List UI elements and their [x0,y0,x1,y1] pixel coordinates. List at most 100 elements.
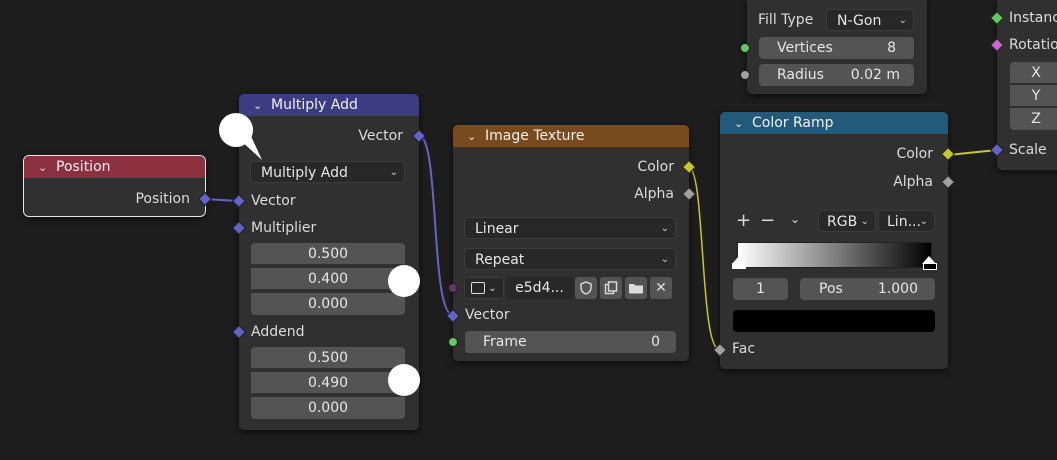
multiplier-z-value: 0.000 [307,296,349,312]
chevron-down-icon: ⌄ [919,216,928,227]
position-output-label: Position [135,191,190,207]
alpha-output-socket[interactable] [681,186,697,202]
vertices-label: Vertices [777,40,833,56]
rotation-z-field[interactable]: Z [1010,108,1057,130]
unlink-image-button[interactable]: ✕ [650,277,672,299]
operation-dropdown[interactable]: Multiply Add ⌄ [250,161,405,183]
instance-socket[interactable] [989,10,1005,26]
color-mode-value: RGB [827,214,858,230]
color-output-label: Color [637,159,674,175]
fill-type-dropdown[interactable]: N-Gon ⌄ [826,9,914,31]
chevron-down-icon[interactable]: ⌄ [467,130,481,143]
stop-color-swatch[interactable] [733,310,935,332]
image-name-field[interactable]: e5d4... [505,277,574,299]
color-ramp-header[interactable]: ⌄ Color Ramp [720,112,948,134]
color-output-label: Color [896,146,933,162]
addend-socket[interactable] [231,324,247,340]
fake-user-button[interactable] [575,277,597,299]
alpha-output-label: Alpha [634,186,674,202]
color-ramp-title: Color Ramp [752,115,834,131]
multiplier-socket[interactable] [231,220,247,236]
vector-input-label: Vector [465,307,510,323]
addend-y-value: 0.490 [307,375,349,391]
fake-user-shield-icon [580,281,592,295]
touch-indicator-tail [238,134,262,160]
instance-on-points-node[interactable]: Instanc Rotatio X Y Z Scale [989,0,1057,170]
chevron-down-icon[interactable]: ⌄ [790,212,800,226]
radius-socket[interactable] [740,70,750,80]
open-image-button[interactable] [625,277,647,299]
scale-socket[interactable] [989,142,1005,158]
vector-output-socket[interactable] [411,128,427,144]
frame-field[interactable]: Frame 0 [465,331,676,353]
multiply-add-title: Multiply Add [271,97,358,113]
rotation-x-field[interactable]: X [1010,62,1057,84]
duplicate-image-button[interactable] [600,277,622,299]
fac-input-socket[interactable] [712,342,728,358]
chevron-down-icon[interactable]: ⌄ [734,117,748,130]
alpha-output-label: Alpha [893,174,933,190]
multiply-add-header[interactable]: ⌄ Multiply Add [239,94,419,116]
chevron-down-icon[interactable]: ⌄ [253,99,267,112]
vector-input-socket[interactable] [231,193,247,209]
chevron-down-icon[interactable]: ⌄ [38,161,52,174]
radius-label: Radius [777,67,824,83]
pos-label: Pos [819,281,843,297]
alpha-output-socket[interactable] [940,174,956,190]
scale-label: Scale [1009,142,1047,158]
position-node-header[interactable]: ⌄ Position [24,156,205,178]
position-output-socket[interactable] [197,191,213,207]
pos-value: 1.000 [877,281,918,297]
duplicate-icon [604,281,618,295]
chevron-down-icon: ⌄ [898,15,907,26]
mesh-circle-node[interactable]: Fill Type N-Gon ⌄ Vertices 8 Radius 0.02… [740,0,927,94]
vector-output-label: Vector [358,128,403,144]
image-texture-header[interactable]: ⌄ Image Texture [453,125,689,147]
vector-input-socket[interactable] [445,308,461,324]
addend-x-value: 0.500 [307,350,349,366]
add-stop-button[interactable]: + [736,210,751,231]
rotation-z-label: Z [1031,111,1041,127]
fac-input-label: Fac [732,341,756,357]
addend-z-field[interactable]: 0.000 [251,397,405,419]
remove-stop-button[interactable]: − [760,210,775,231]
multiplier-x-field[interactable]: 0.500 [251,243,405,265]
color-output-socket[interactable] [940,146,956,162]
touch-indicator [388,364,420,396]
stop-index-value: 1 [756,281,765,297]
addend-y-field[interactable]: 0.490 [251,372,405,394]
interpolation-dropdown[interactable]: Linear ⌄ [464,217,676,239]
color-ramp-gradient[interactable] [737,242,932,268]
ramp-interpolation-dropdown[interactable]: Lin... ⌄ [878,210,935,232]
image-texture-node[interactable]: ⌄ Image Texture Color Alpha Linear ⌄ Rep… [445,125,697,361]
color-mode-dropdown[interactable]: RGB ⌄ [818,210,876,232]
touch-indicator [388,265,420,297]
interpolation-value: Linear [475,221,519,237]
image-browse-button[interactable]: ⌄ [464,277,504,299]
instance-label: Instanc [1009,10,1057,26]
radius-field[interactable]: Radius 0.02 m [759,64,914,86]
vertices-field[interactable]: Vertices 8 [759,37,914,59]
addend-x-field[interactable]: 0.500 [251,347,405,369]
rotation-socket[interactable] [989,37,1005,53]
stop-index-field[interactable]: 1 [733,278,788,300]
ramp-stop-white-box [732,263,746,269]
fill-type-value: N-Gon [837,13,882,29]
chevron-down-icon: ⌄ [389,167,398,178]
position-node[interactable]: ⌄ Position Position [23,155,213,217]
multiplier-y-field[interactable]: 0.400 [251,268,405,290]
stop-position-field[interactable]: Pos 1.000 [800,278,935,300]
multiplier-z-field[interactable]: 0.000 [251,293,405,315]
operation-value: Multiply Add [261,165,348,181]
addend-label: Addend [251,324,305,340]
vertices-socket[interactable] [740,43,750,53]
vector-input-label: Vector [251,193,296,209]
image-socket[interactable] [448,283,458,293]
image-texture-title: Image Texture [485,128,585,144]
color-ramp-node[interactable]: ⌄ Color Ramp Color Alpha + − ⌄ RGB ⌄ Lin… [712,112,956,369]
ramp-interpolation-value: Lin... [887,214,921,230]
extension-dropdown[interactable]: Repeat ⌄ [464,248,676,270]
frame-socket[interactable] [448,337,458,347]
color-output-socket[interactable] [681,159,697,175]
rotation-y-field[interactable]: Y [1010,85,1057,107]
